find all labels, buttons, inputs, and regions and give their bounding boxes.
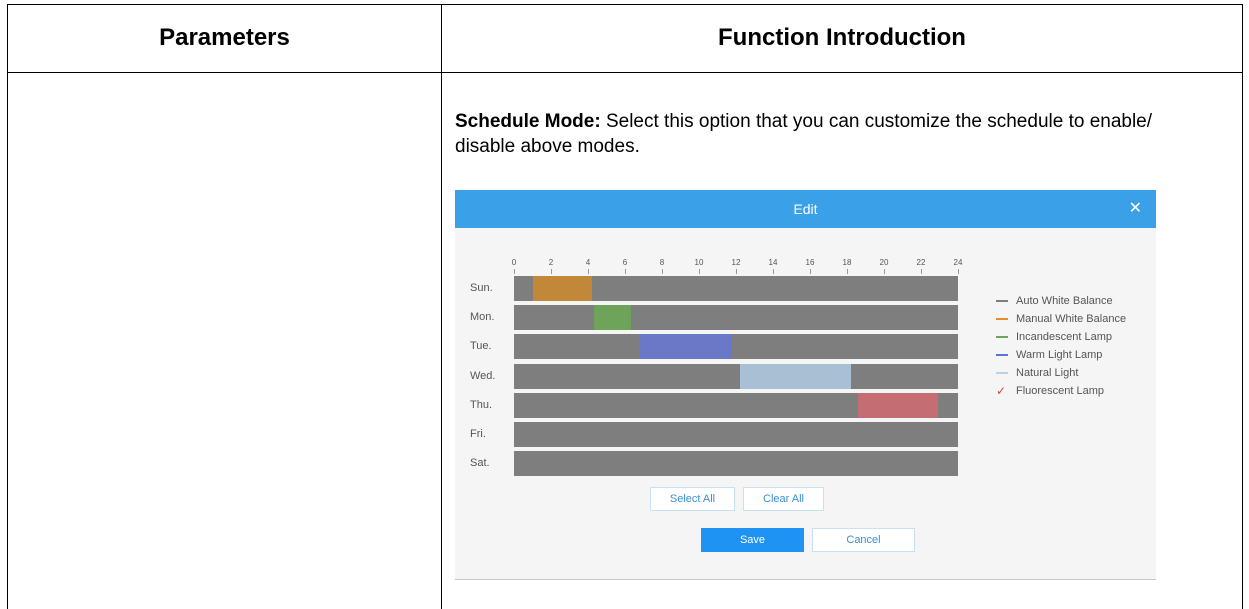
check-icon: ✓ [996, 384, 1007, 398]
tick-label: 16 [805, 258, 815, 267]
tick-mark [625, 269, 626, 274]
schedule-mode-label: Schedule Mode: [455, 111, 601, 132]
tick-label: 20 [879, 258, 889, 267]
day-schedule-row[interactable] [514, 392, 958, 418]
dialog-title: Edit [793, 201, 818, 217]
day-label: Mon. [470, 311, 495, 324]
day-schedule-row[interactable] [514, 422, 958, 447]
tick-mark [699, 269, 700, 274]
dialog-header: Edit ✕ [455, 190, 1156, 228]
tick-mark [514, 269, 515, 274]
schedule-segment[interactable] [858, 392, 938, 418]
day-label: Wed. [470, 369, 496, 382]
tick-mark [847, 269, 848, 274]
tick-label: 0 [511, 258, 517, 267]
tick-mark [662, 269, 663, 274]
day-schedule-row[interactable] [514, 363, 958, 389]
day-schedule-row[interactable] [514, 276, 958, 301]
legend-item[interactable]: Auto White Balance [996, 292, 1126, 310]
header-parameters: Parameters [159, 24, 290, 51]
select-all-button[interactable]: Select All [650, 487, 735, 511]
legend-label: Auto White Balance [1016, 295, 1113, 307]
legend-item[interactable]: Warm Light Lamp [996, 346, 1126, 364]
schedule-mode-description: Schedule Mode: Select this option that y… [455, 109, 1175, 159]
tick-label: 6 [622, 258, 628, 267]
header-function-introduction: Function Introduction [718, 24, 966, 51]
legend-item[interactable]: ✓ Fluorescent Lamp [996, 382, 1126, 400]
legend-label: Incandescent Lamp [1016, 331, 1113, 343]
tick-mark [551, 269, 552, 274]
day-label: Sun. [470, 282, 493, 294]
cancel-button[interactable]: Cancel [812, 528, 915, 552]
legend-label: Manual White Balance [1016, 313, 1127, 325]
day-label: Thu. [470, 398, 493, 411]
tick-mark [958, 269, 959, 274]
legend-swatch [996, 354, 1008, 356]
tick-mark [810, 269, 811, 274]
tick-label: 4 [585, 258, 591, 267]
tick-label: 24 [953, 258, 963, 267]
legend-item[interactable]: Incandescent Lamp [996, 328, 1126, 346]
legend-label: Natural Light [1016, 367, 1079, 379]
close-icon[interactable]: ✕ [1129, 190, 1142, 228]
tick-label: 2 [548, 258, 554, 267]
tick-label: 12 [731, 258, 741, 267]
time-axis: 0 2 4 6 8 10 12 14 16 18 20 22 24 [511, 258, 962, 276]
legend-swatch [996, 318, 1008, 320]
schedule-segment[interactable] [639, 334, 733, 360]
schedule-segment[interactable] [593, 305, 631, 331]
tick-label: 22 [916, 258, 926, 267]
legend-item[interactable]: Natural Light [996, 364, 1126, 382]
day-label: Sat. [470, 457, 490, 470]
legend-label: Fluorescent Lamp [1016, 385, 1105, 397]
day-label: Fri. [470, 428, 486, 440]
save-button[interactable]: Save [701, 528, 804, 552]
day-label: Tue. [470, 340, 492, 353]
tick-mark [884, 269, 885, 274]
table-divider [441, 4, 442, 609]
day-schedule-row[interactable] [514, 305, 958, 331]
legend-item[interactable]: Manual White Balance [996, 310, 1126, 328]
legend-swatch [996, 372, 1008, 374]
tick-label: 18 [842, 258, 852, 267]
tick-label: 14 [768, 258, 778, 267]
clear-all-button[interactable]: Clear All [743, 487, 824, 511]
tick-mark [588, 269, 589, 274]
legend-swatch [996, 300, 1008, 302]
schedule-segment[interactable] [532, 276, 592, 301]
table-border-left [7, 4, 8, 609]
tick-mark [921, 269, 922, 274]
day-schedule-row[interactable] [514, 334, 958, 360]
tick-label: 8 [659, 258, 665, 267]
table-border-header [7, 72, 1243, 73]
schedule-segment[interactable] [739, 363, 851, 389]
table-border-right [1242, 4, 1243, 609]
tick-label: 10 [694, 258, 704, 267]
legend-label: Warm Light Lamp [1016, 349, 1103, 361]
day-schedule-row[interactable] [514, 451, 958, 477]
tick-mark [736, 269, 737, 274]
tick-mark [773, 269, 774, 274]
mode-legend: Auto White Balance Manual White Balance In… [996, 292, 1126, 400]
legend-swatch [996, 336, 1008, 338]
